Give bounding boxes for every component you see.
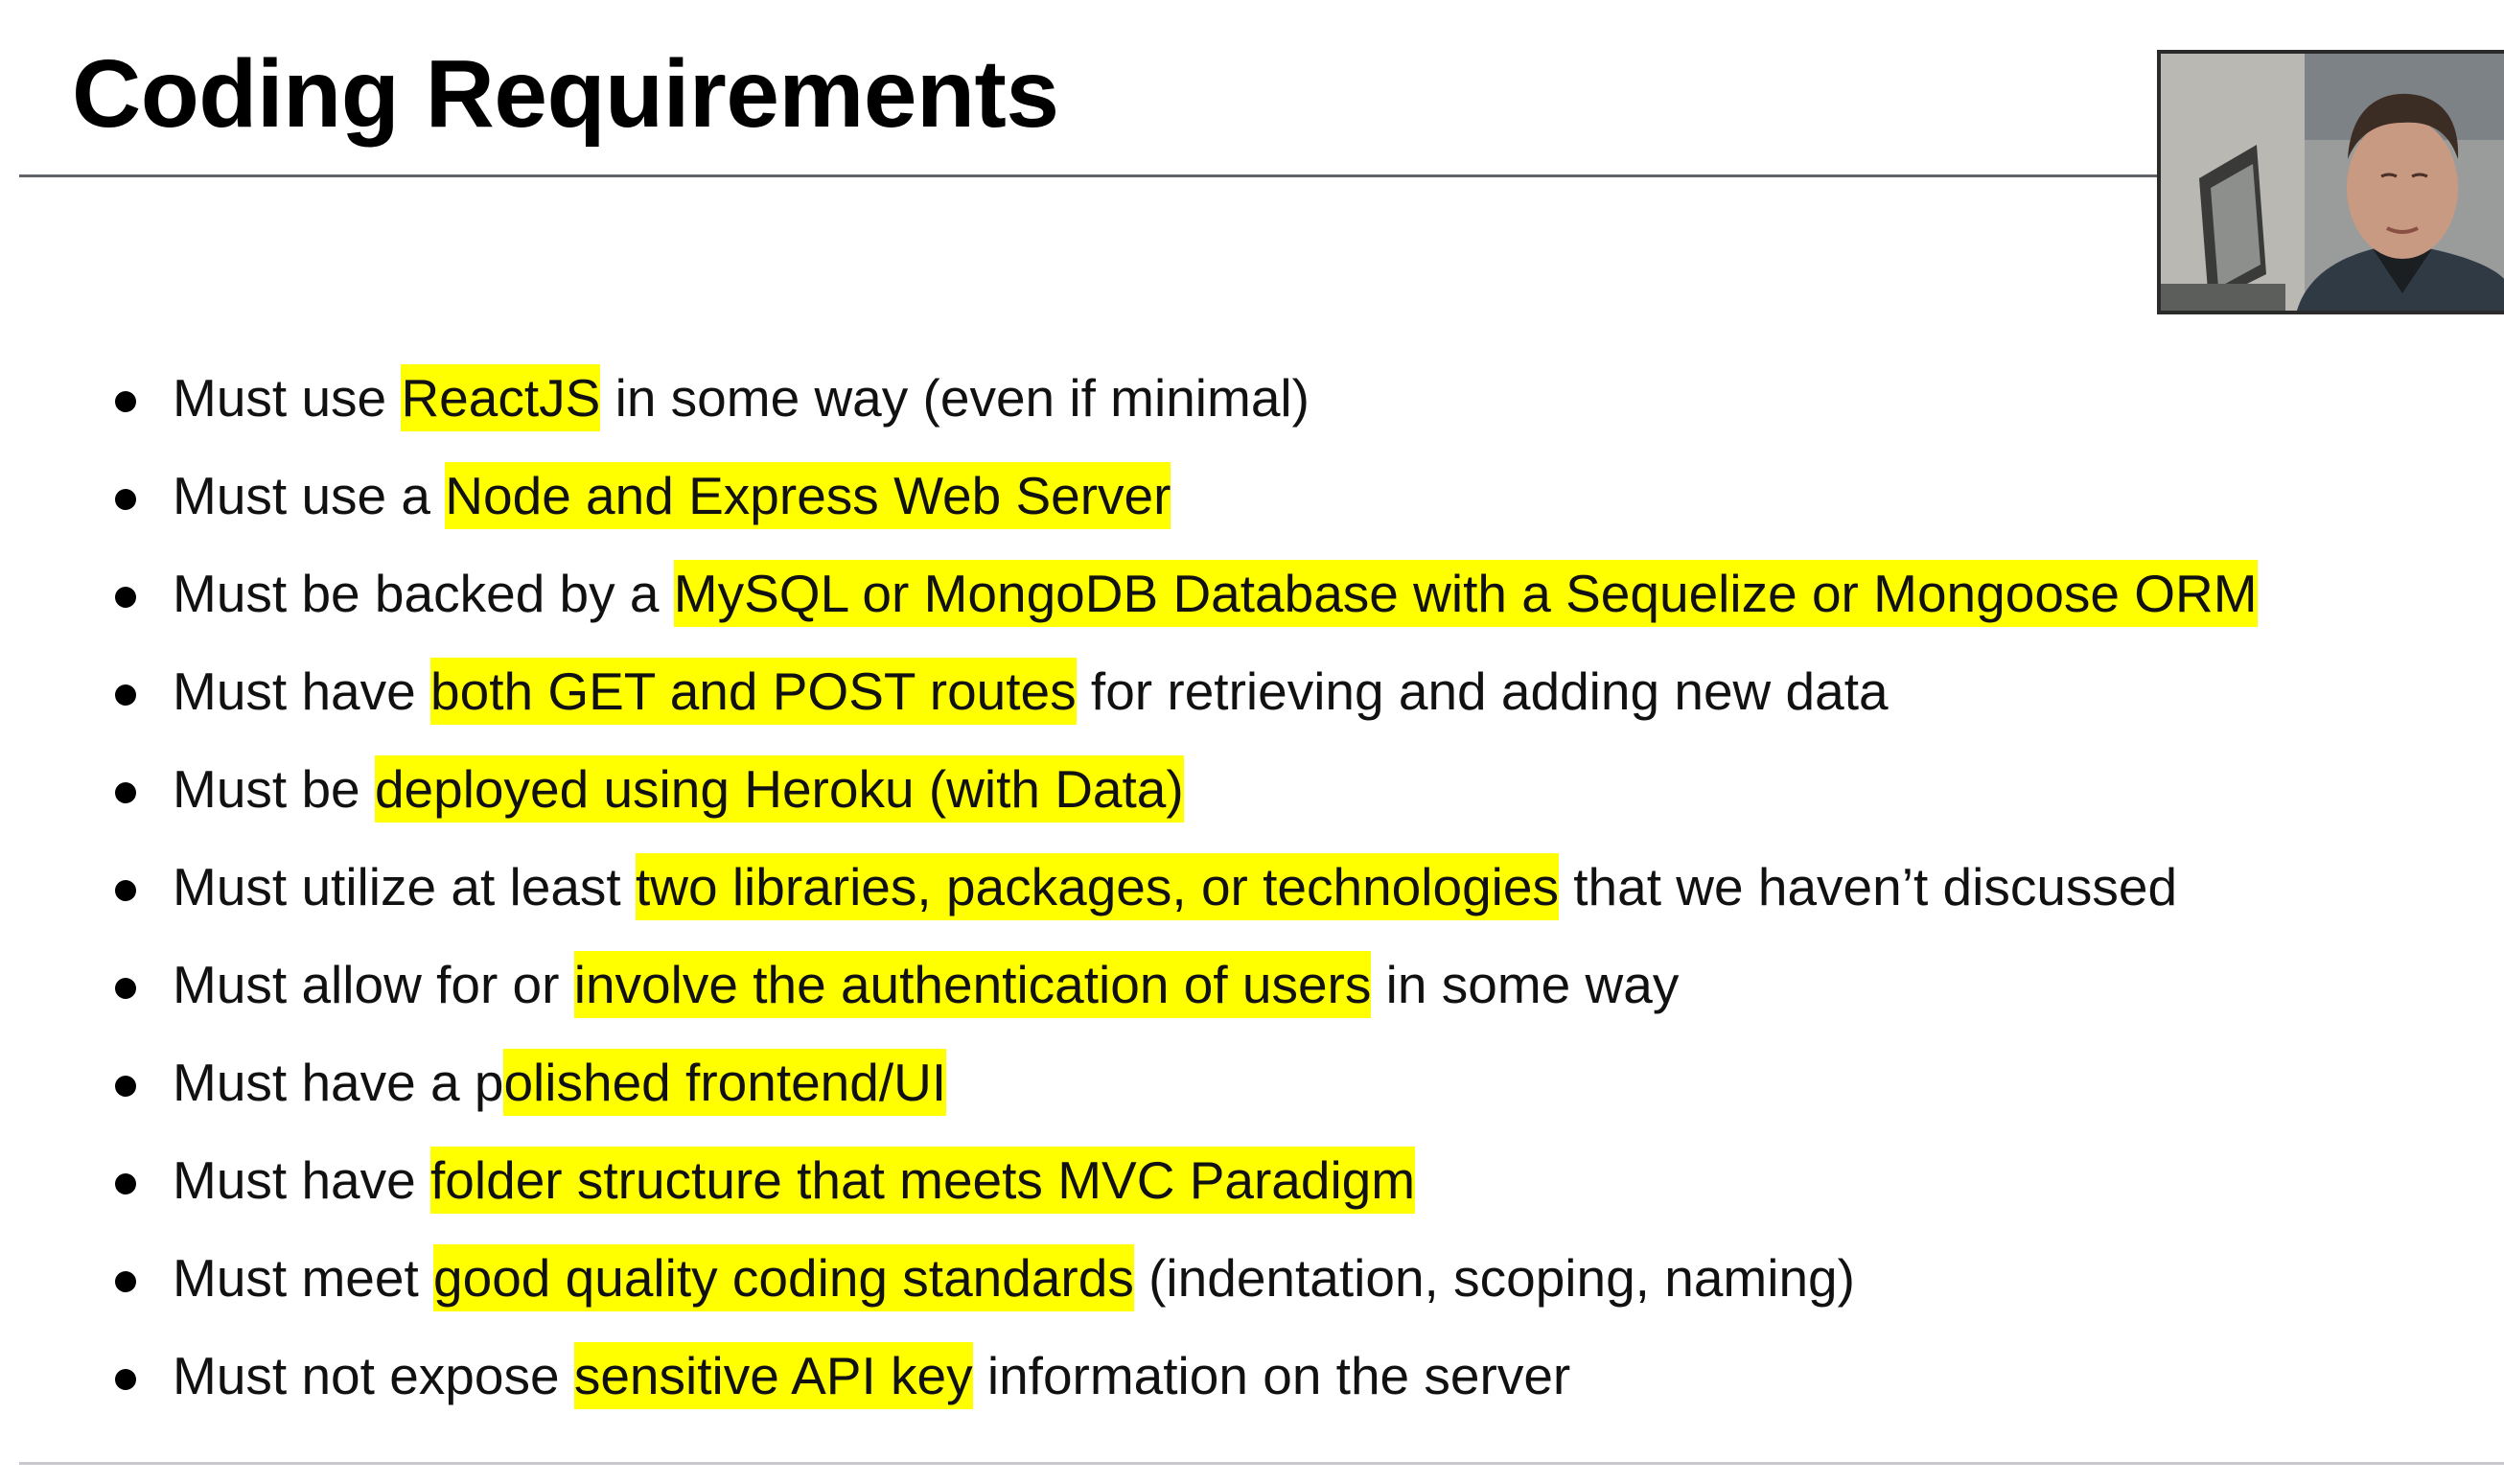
requirement-prefix: Must not expose — [173, 1346, 574, 1405]
requirement-text: Must utilize at least two libraries, pac… — [173, 838, 2177, 936]
list-item: Must meet good quality coding standards … — [0, 1229, 2282, 1327]
requirement-highlight: deployed using Heroku (with Data) — [374, 755, 1184, 823]
requirement-highlight: ReactJS — [401, 364, 601, 431]
requirement-suffix: in some way (even if minimal) — [600, 368, 1310, 428]
title-divider — [19, 174, 2157, 177]
requirement-text: Must be backed by a MySQL or MongoDB Dat… — [173, 545, 2258, 642]
requirement-text: Must use a Node and Express Web Server — [173, 447, 1171, 545]
requirement-highlight: Node and Express Web Server — [445, 462, 1171, 529]
bullet-icon — [115, 1369, 136, 1390]
requirement-prefix: Must use a — [173, 466, 446, 525]
list-item: Must have folder structure that meets MV… — [0, 1131, 2282, 1229]
requirement-prefix: Must have — [173, 661, 431, 721]
requirement-suffix: for retrieving and adding new data — [1076, 661, 1889, 721]
slide-title: Coding Requirements — [72, 40, 1059, 148]
list-item: Must be backed by a MySQL or MongoDB Dat… — [0, 545, 2282, 642]
requirement-prefix: Must have a p — [173, 1053, 504, 1112]
requirement-text: Must have both GET and POST routes for r… — [173, 642, 1889, 740]
requirement-text: Must allow for or involve the authentica… — [173, 936, 1679, 1033]
list-item: Must use a Node and Express Web Server — [0, 447, 2282, 545]
bullet-icon — [115, 880, 136, 901]
list-item: Must have a polished frontend/UI — [0, 1033, 2282, 1131]
requirement-suffix: that we haven’t discussed — [1558, 857, 2178, 916]
requirement-text: Must have a polished frontend/UI — [173, 1033, 947, 1131]
list-item: Must not expose sensitive API key inform… — [0, 1327, 2282, 1425]
requirement-text: Must have folder structure that meets MV… — [173, 1131, 1416, 1229]
requirement-suffix: (indentation, scoping, naming) — [1133, 1248, 1855, 1308]
list-item: Must utilize at least two libraries, pac… — [0, 838, 2282, 936]
bullet-icon — [115, 391, 136, 412]
bullet-icon — [115, 1173, 136, 1194]
requirement-text: Must be deployed using Heroku (with Data… — [173, 740, 1184, 838]
requirement-highlight: good quality coding standards — [433, 1244, 1134, 1311]
requirement-highlight: sensitive API key — [573, 1342, 973, 1409]
requirement-prefix: Must allow for or — [173, 955, 574, 1014]
requirement-prefix: Must be — [173, 759, 375, 819]
requirement-prefix: Must use — [173, 368, 402, 428]
requirement-highlight: olished frontend/UI — [503, 1049, 947, 1116]
requirement-suffix: information on the server — [972, 1346, 1571, 1405]
list-item: Must be deployed using Heroku (with Data… — [0, 740, 2282, 838]
requirement-text: Must meet good quality coding standards … — [173, 1229, 1855, 1327]
requirement-highlight: both GET and POST routes — [430, 658, 1077, 725]
requirement-prefix: Must have — [173, 1150, 431, 1210]
bullet-icon — [115, 1271, 136, 1292]
requirement-text: Must use ReactJS in some way (even if mi… — [173, 349, 1310, 447]
requirement-prefix: Must meet — [173, 1248, 434, 1308]
requirement-highlight: MySQL or MongoDB Database with a Sequeli… — [673, 560, 2258, 627]
bottom-divider — [19, 1462, 2504, 1465]
requirement-highlight: folder structure that meets MVC Paradigm — [430, 1147, 1416, 1214]
requirement-suffix: in some way — [1371, 955, 1680, 1014]
bullet-icon — [115, 489, 136, 510]
bullet-icon — [115, 684, 136, 706]
requirement-highlight: involve the authentication of users — [573, 951, 1372, 1018]
requirements-list: Must use ReactJS in some way (even if mi… — [0, 349, 2282, 1425]
presenter-video-frame — [2161, 54, 2504, 311]
list-item: Must allow for or involve the authentica… — [0, 936, 2282, 1033]
presenter-webcam — [2157, 50, 2504, 314]
bullet-icon — [115, 978, 136, 999]
bullet-icon — [115, 1076, 136, 1097]
requirement-text: Must not expose sensitive API key inform… — [173, 1327, 1570, 1425]
list-item: Must have both GET and POST routes for r… — [0, 642, 2282, 740]
requirement-highlight: two libraries, packages, or technologies — [635, 853, 1559, 920]
list-item: Must use ReactJS in some way (even if mi… — [0, 349, 2282, 447]
bullet-icon — [115, 587, 136, 608]
requirement-prefix: Must be backed by a — [173, 564, 674, 623]
requirement-prefix: Must utilize at least — [173, 857, 636, 916]
bullet-icon — [115, 782, 136, 803]
